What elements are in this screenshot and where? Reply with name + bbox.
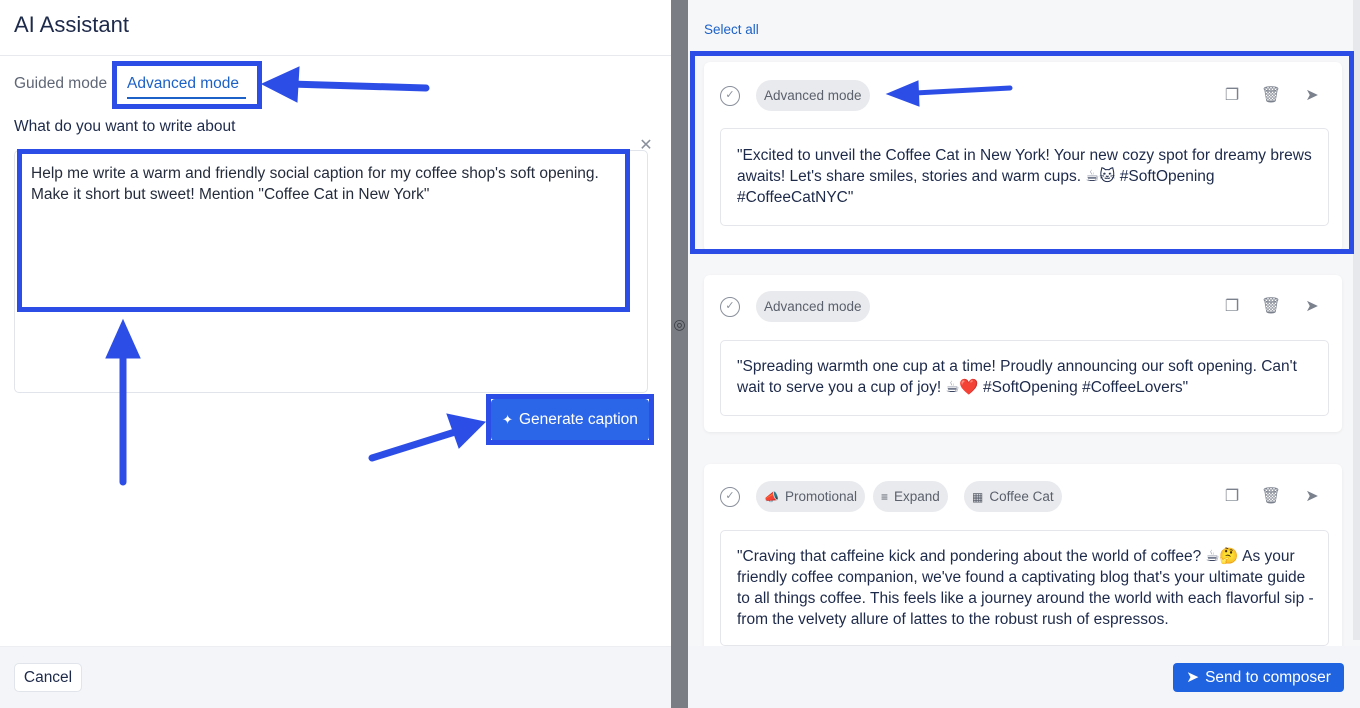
active-tab-indicator: [127, 97, 246, 99]
cancel-button[interactable]: Cancel: [14, 663, 82, 692]
lines-icon: ≡: [881, 490, 889, 504]
building-icon: ▦: [972, 490, 984, 504]
select-checkbox-icon[interactable]: ✓: [720, 297, 740, 317]
page-title: AI Assistant: [14, 12, 129, 37]
copy-icon[interactable]: ❐: [1221, 296, 1243, 318]
trash-icon[interactable]: 🗑: [1260, 486, 1282, 508]
trash-icon[interactable]: 🗑: [1260, 296, 1282, 318]
tag-label: Coffee Cat: [989, 489, 1054, 504]
tag-label: Expand: [894, 489, 940, 504]
copy-icon[interactable]: ❐: [1221, 85, 1243, 107]
send-to-composer-label: Send to composer: [1205, 669, 1331, 686]
caption-text: "Craving that caffeine kick and ponderin…: [737, 548, 1314, 628]
caption-text: "Spreading warmth one cup at a time! Pro…: [737, 358, 1297, 396]
select-all-link[interactable]: Select all: [704, 22, 759, 37]
panel-divider: [671, 0, 688, 708]
tag-advanced-mode: Advanced mode: [756, 80, 870, 111]
tag-expand: ≡ Expand: [873, 481, 948, 512]
generate-caption-label: Generate caption: [518, 411, 638, 428]
ai-assistant-panel: AI Assistant Guided mode Advanced mode W…: [0, 0, 671, 708]
tag-label: Promotional: [784, 489, 857, 504]
select-checkbox-icon[interactable]: ✓: [720, 487, 740, 507]
select-checkbox-icon[interactable]: ✓: [720, 86, 740, 106]
tag-coffee-cat: ▦ Coffee Cat: [964, 481, 1062, 512]
camera-icon: ◎: [673, 316, 686, 332]
send-icon[interactable]: ➤: [1301, 296, 1323, 318]
generate-caption-button[interactable]: ✦ Generate caption: [491, 399, 649, 441]
scrollbar[interactable]: [1353, 0, 1360, 640]
megaphone-icon: 📣: [764, 490, 779, 504]
send-to-composer-button[interactable]: ➤ Send to composer: [1173, 663, 1344, 692]
footer-bar: [0, 646, 671, 708]
send-icon[interactable]: ➤: [1301, 486, 1323, 508]
sparkle-icon: ✦: [502, 412, 513, 427]
send-icon[interactable]: ➤: [1301, 85, 1323, 107]
tab-guided-mode[interactable]: Guided mode: [14, 75, 107, 93]
prompt-label: What do you want to write about: [14, 118, 236, 135]
tab-advanced-mode[interactable]: Advanced mode: [127, 75, 239, 93]
prompt-text: Help me write a warm and friendly social…: [31, 165, 604, 203]
paper-plane-icon: ➤: [1186, 669, 1200, 686]
copy-icon[interactable]: ❐: [1221, 486, 1243, 508]
tag-promotional: 📣 Promotional: [756, 481, 865, 512]
header-divider: [0, 55, 671, 56]
caption-text: "Excited to unveil the Coffee Cat in New…: [737, 147, 1312, 206]
trash-icon[interactable]: 🗑: [1260, 85, 1282, 107]
tag-advanced-mode: Advanced mode: [756, 291, 870, 322]
